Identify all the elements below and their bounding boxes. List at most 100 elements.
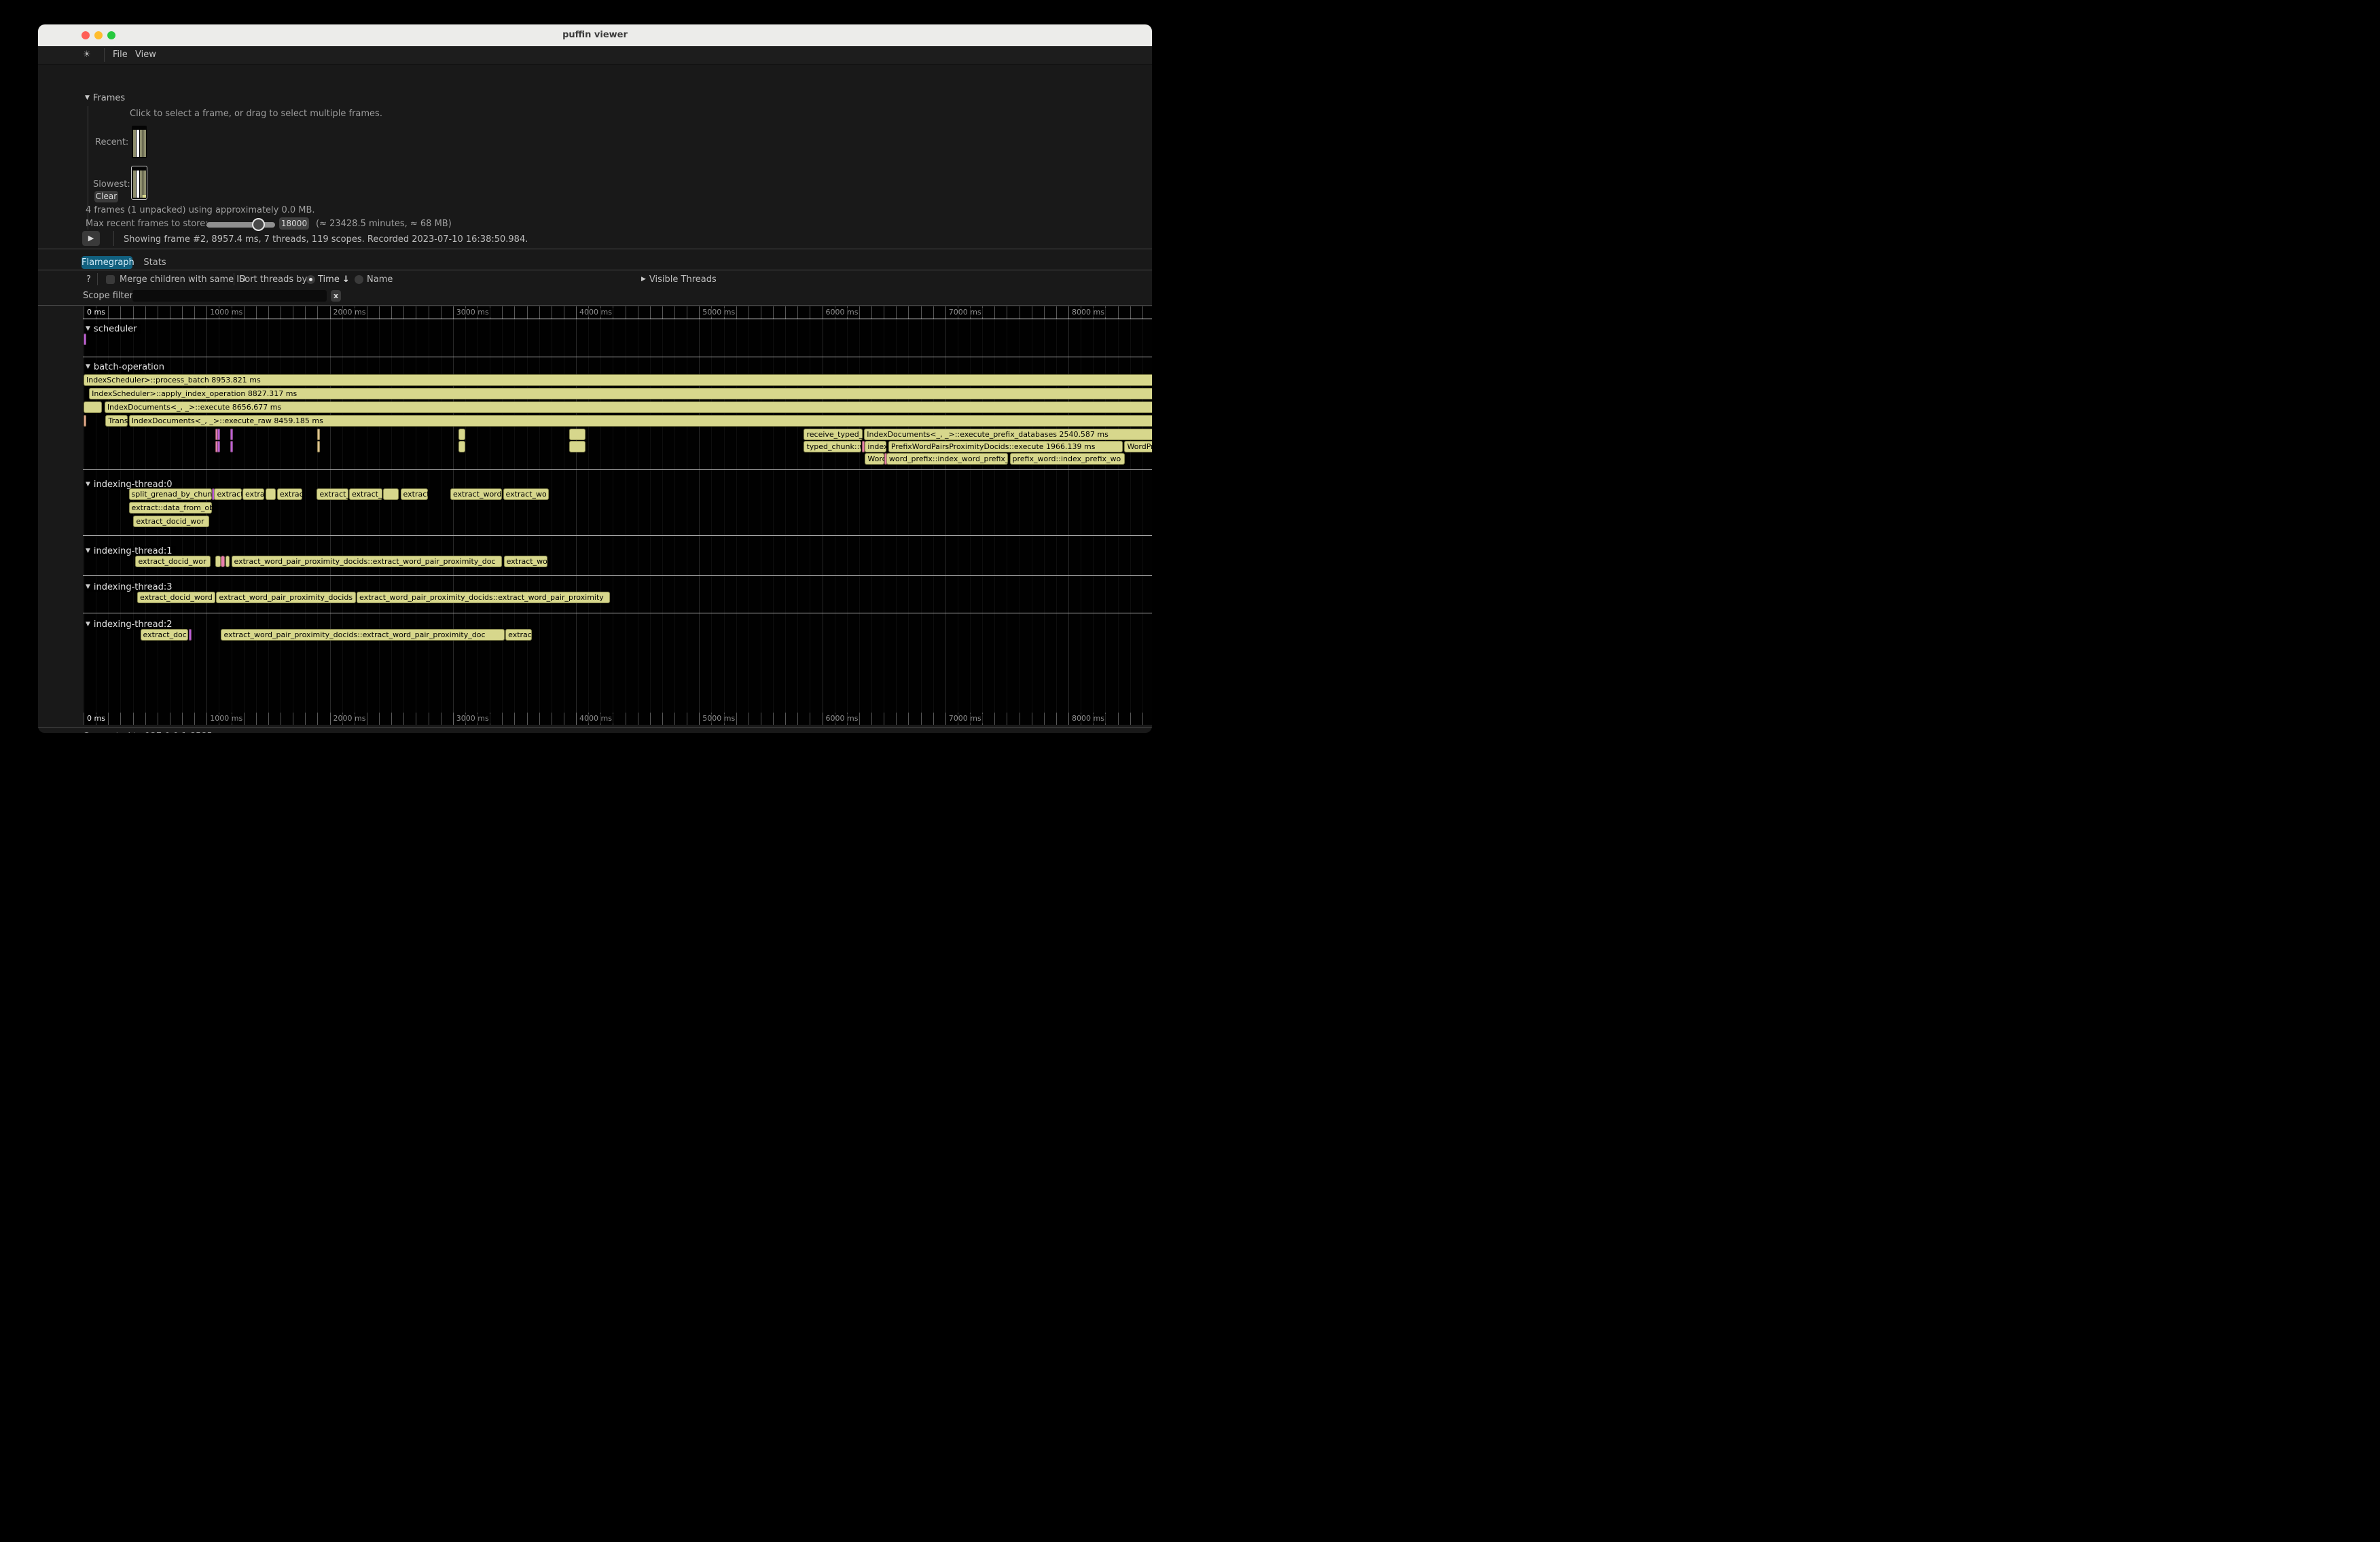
scope-bar[interactable]: [266, 488, 276, 500]
visible-threads-label: Visible Threads: [649, 274, 717, 285]
slider-knob[interactable]: [252, 218, 265, 231]
scope-bar[interactable]: typed_chunk::w: [804, 441, 861, 452]
visible-threads-toggle[interactable]: ▶Visible Threads: [641, 274, 717, 285]
scope-bar[interactable]: extract_word_pair_proximity_docids::extr…: [357, 592, 610, 603]
scope-bar[interactable]: [317, 441, 320, 452]
scope-bar[interactable]: extract_docid_word: [137, 592, 215, 603]
options-divider: [97, 273, 98, 285]
ruler-tick: [650, 306, 651, 319]
ruler-tick: [921, 713, 922, 725]
ruler-tick-label: 1000 ms: [209, 308, 244, 317]
tab-flamegraph[interactable]: Flamegraph: [82, 256, 132, 269]
menu-item-file[interactable]: File: [113, 50, 128, 60]
scope-bar[interactable]: extract_doc: [141, 629, 189, 641]
scope-bar[interactable]: prefix_word::index_prefix_wo: [1010, 453, 1125, 465]
scope-bar[interactable]: extract::data_from_ob: [129, 502, 213, 514]
scope-bar[interactable]: [217, 429, 220, 440]
scope-bar[interactable]: split_grenad_by_chun: [129, 488, 213, 500]
clear-button[interactable]: Clear: [94, 191, 118, 202]
collapse-triangle-icon: ▼: [86, 584, 90, 590]
scope-bar[interactable]: extract_docid_wor: [135, 556, 211, 567]
play-button[interactable]: ▶: [82, 231, 100, 246]
scope-bar[interactable]: extract: [214, 488, 241, 500]
ruler-tick: [773, 713, 774, 725]
scope-bar[interactable]: IndexDocuments<_, _>::execute 8656.677 m…: [105, 401, 1152, 413]
scope-filter-input[interactable]: [132, 290, 327, 302]
scope-bar[interactable]: extra: [242, 488, 264, 500]
scope-bar[interactable]: [215, 556, 221, 567]
scope-bar[interactable]: [189, 629, 192, 641]
scope-bar[interactable]: [458, 429, 465, 440]
scope-bar[interactable]: [226, 556, 230, 567]
scope-bar[interactable]: index: [865, 441, 886, 452]
scope-bar[interactable]: extrac: [505, 629, 532, 641]
scope-bar[interactable]: IndexScheduler>::process_batch 8953.821 …: [84, 374, 1152, 386]
tab-stats[interactable]: Stats: [141, 256, 168, 269]
thread-header-batch-operation[interactable]: ▼batch-operation: [86, 362, 168, 372]
scope-bar[interactable]: [569, 441, 585, 452]
merge-checkbox[interactable]: [106, 275, 115, 284]
scope-bar[interactable]: IndexDocuments<_, _>::execute_raw 8459.1…: [129, 415, 1152, 427]
scope-bar[interactable]: IndexDocuments<_, _>::execute_prefix_dat…: [864, 429, 1152, 440]
menu-item-view[interactable]: View: [135, 50, 156, 60]
ruler-tick: [1044, 713, 1045, 725]
scope-bar[interactable]: extract_docid_wor: [133, 516, 209, 527]
ruler-tick-label: 1000 ms: [209, 714, 244, 723]
scope-bar[interactable]: extrac: [277, 488, 303, 500]
scope-bar[interactable]: extract_word_pair_proximity_docids::extr…: [221, 629, 505, 641]
scope-bar[interactable]: IndexScheduler>::apply_index_operation 8…: [89, 388, 1152, 399]
ruler-tick: [1056, 713, 1057, 725]
scope-bar[interactable]: extract_word: [450, 488, 502, 500]
scope-bar[interactable]: [217, 441, 220, 452]
ruler-tick: [182, 713, 183, 725]
scope-bar[interactable]: WordPr: [1124, 441, 1152, 452]
scope-bar[interactable]: [458, 441, 465, 452]
scope-bar[interactable]: [84, 334, 86, 345]
scope-bar[interactable]: [230, 441, 233, 452]
scope-bar[interactable]: [383, 488, 399, 500]
scope-bar[interactable]: receive_typed_: [804, 429, 863, 440]
thread-header-indexing-thread:1[interactable]: ▼indexing-thread:1: [86, 546, 176, 556]
help-button[interactable]: ?: [86, 274, 91, 285]
scope-bar[interactable]: extract: [401, 488, 429, 500]
sort-radio-name[interactable]: [355, 275, 363, 284]
scope-bar[interactable]: extract_word_pair_proximity_docids::extr…: [232, 556, 502, 567]
scope-bar[interactable]: extract_wo: [504, 556, 548, 567]
ruler-tick: [896, 713, 897, 725]
sort-radio-time[interactable]: [306, 275, 315, 284]
sort-name-label[interactable]: Name: [367, 274, 393, 285]
theme-toggle-icon[interactable]: ☀: [83, 50, 91, 60]
scope-bar[interactable]: Trans: [105, 415, 127, 427]
scope-bar[interactable]: [317, 429, 320, 440]
frame-bar: [140, 130, 143, 157]
scope-bar[interactable]: PrefixWordPairsProximityDocids::execute …: [888, 441, 1123, 452]
merge-label[interactable]: Merge children with same ID: [120, 274, 246, 285]
scope-bar[interactable]: [84, 401, 102, 413]
scope-bar[interactable]: [84, 415, 86, 427]
scope-bar[interactable]: [221, 556, 224, 567]
flamegraph-canvas[interactable]: 0 ms0 ms1000 ms1000 ms2000 ms2000 ms3000…: [83, 306, 1152, 725]
scope-bar[interactable]: [230, 429, 233, 440]
scope-bar[interactable]: Word: [865, 453, 884, 465]
thread-header-indexing-thread:3[interactable]: ▼indexing-thread:3: [86, 582, 176, 592]
thread-header-scheduler[interactable]: ▼scheduler: [86, 324, 141, 334]
scope-filter-clear-button[interactable]: x: [331, 290, 341, 302]
scope-bar[interactable]: [569, 429, 585, 440]
thread-separator: [83, 469, 1152, 470]
recent-frames-thumbnail[interactable]: [132, 126, 147, 158]
scope-bar[interactable]: extract_: [349, 488, 382, 500]
max-frames-value[interactable]: 18000: [279, 217, 309, 230]
slowest-frames-thumbnail[interactable]: [132, 166, 147, 199]
ruler-tick: [317, 713, 318, 725]
gridline: [797, 306, 798, 725]
gridline: [724, 306, 725, 725]
thread-name: scheduler: [94, 324, 137, 334]
frames-collapse-header[interactable]: ▼Frames: [85, 93, 125, 103]
scope-bar[interactable]: extract_wo: [503, 488, 549, 500]
scope-bar[interactable]: extract_: [317, 488, 348, 500]
ruler-tick: [994, 306, 995, 319]
scope-bar[interactable]: word_prefix::index_word_prefix_: [886, 453, 1008, 465]
sort-time-label[interactable]: Time: [318, 274, 340, 285]
scope-bar[interactable]: extract_word_pair_proximity_docids: [216, 592, 355, 603]
thread-header-indexing-thread:2[interactable]: ▼indexing-thread:2: [86, 620, 176, 630]
